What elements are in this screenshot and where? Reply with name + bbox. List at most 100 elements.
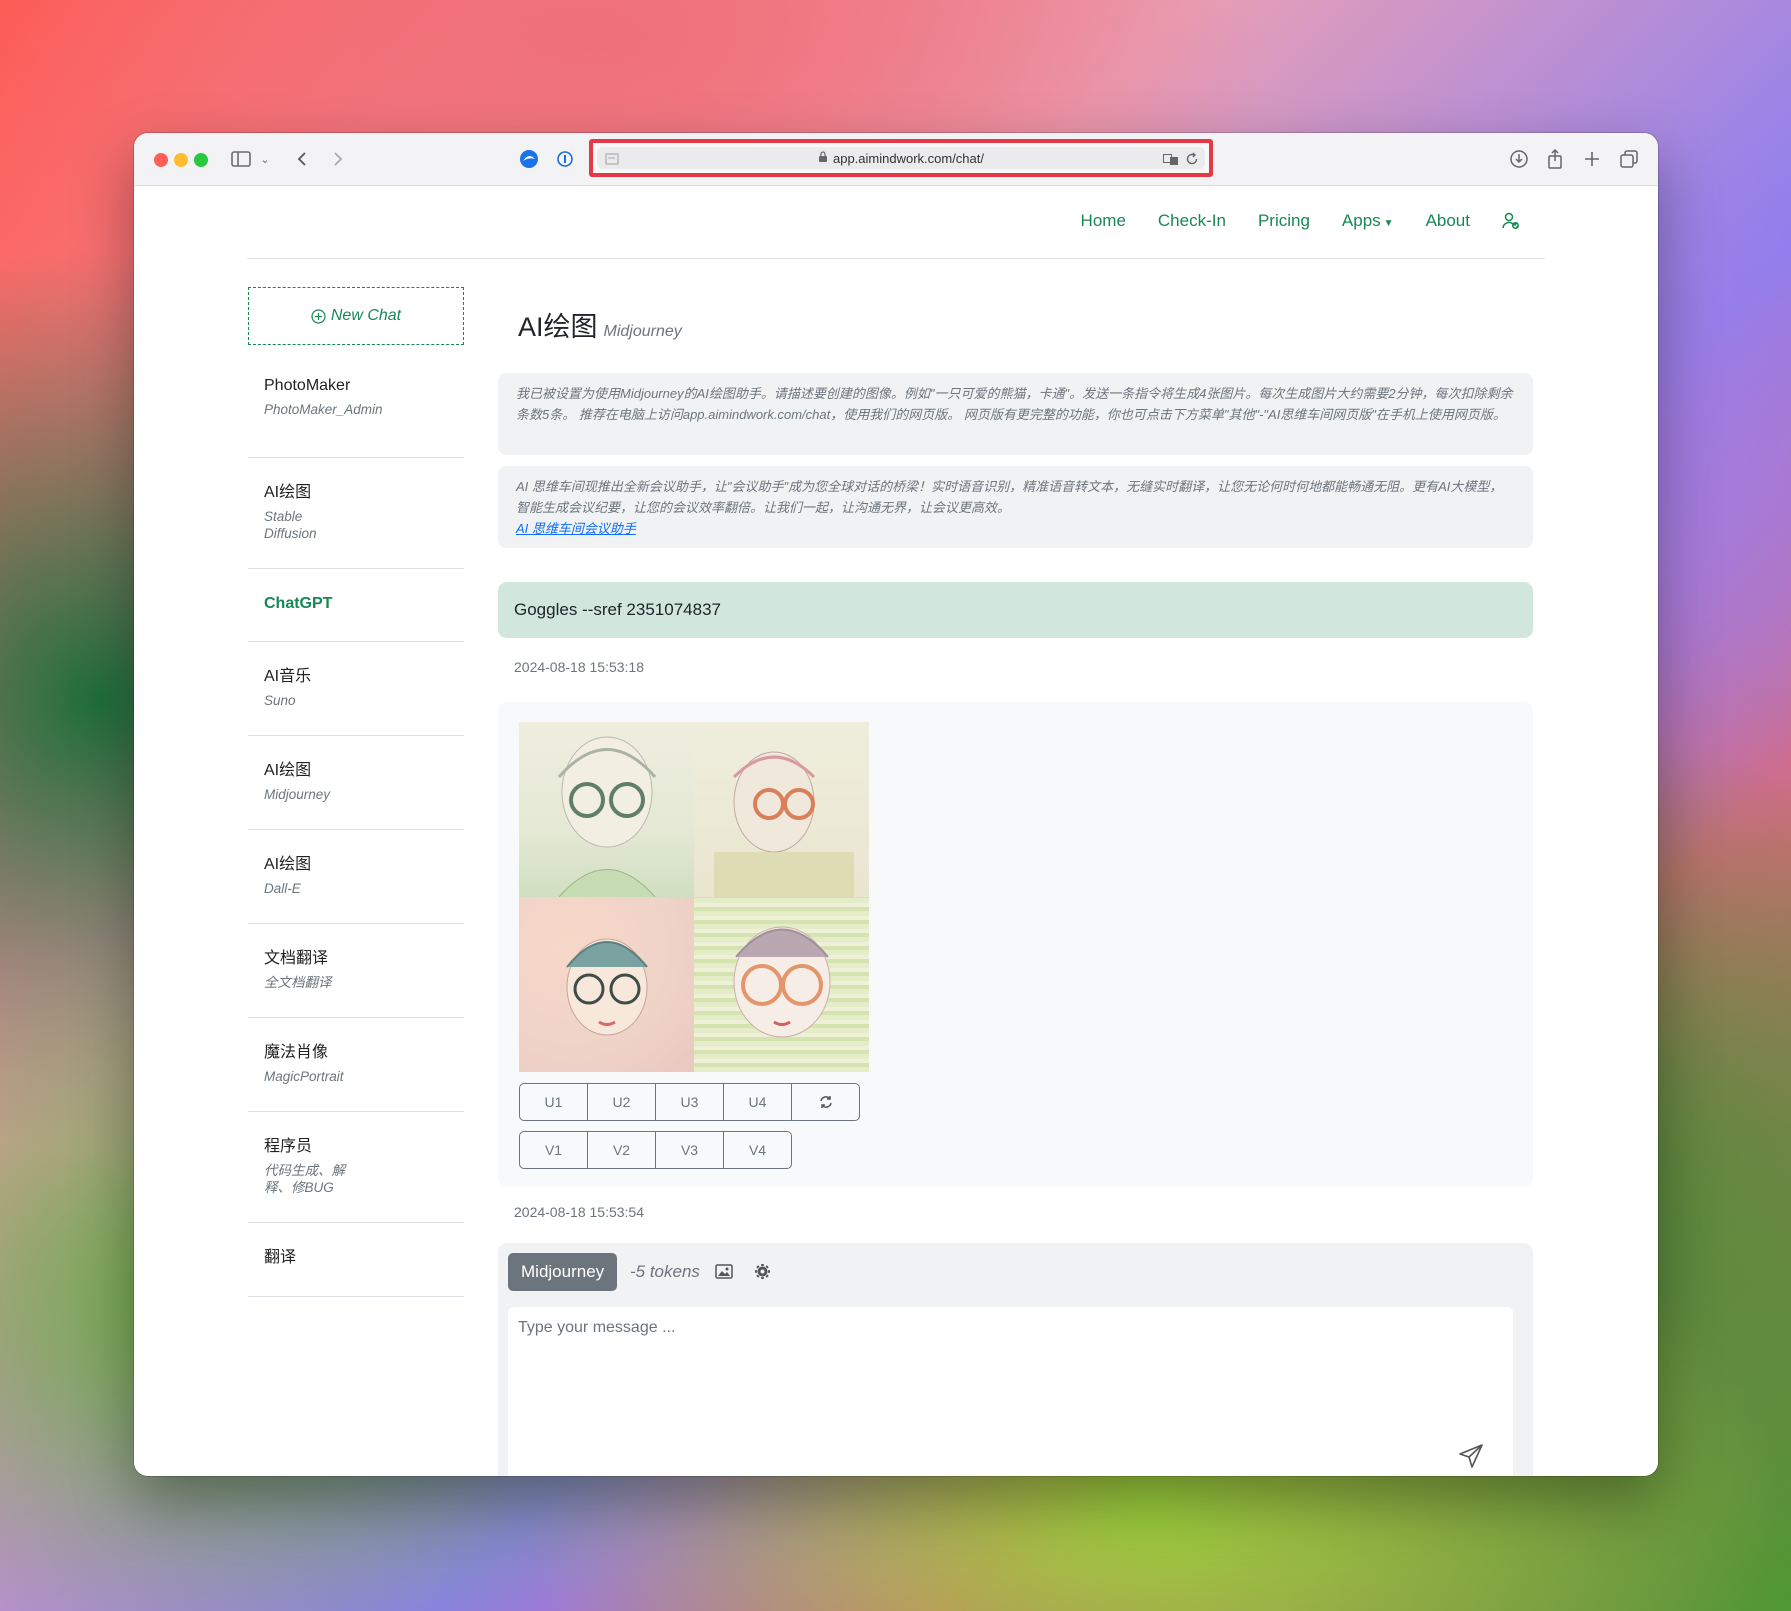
model-select-button[interactable]: Midjourney	[508, 1253, 618, 1291]
forward-button[interactable]	[330, 147, 346, 171]
browser-window: ⌄ app.aimindwork.com/chat/ Home Check-In…	[134, 133, 1658, 1476]
page-title-text: AI绘图	[518, 312, 598, 342]
sidebar-item-title: 文档翻译	[264, 950, 329, 967]
extension-icon[interactable]	[518, 147, 540, 171]
sidebar-toggle-icon[interactable]	[230, 147, 252, 171]
reload-icon[interactable]	[1185, 152, 1199, 169]
system-notice-text: 我已被设置为使用Midjourney的AI绘图助手。请描述要创建的图像。例如"一…	[516, 386, 1513, 422]
sidebar-item-midjourney[interactable]: AI绘图 Midjourney	[248, 736, 464, 830]
top-nav: Home Check-In Pricing Apps ▼ About	[1049, 211, 1520, 231]
sidebar-item-translate[interactable]: 翻译	[248, 1223, 464, 1297]
sidebar-item-subtitle: PhotoMaker_Admin	[264, 402, 383, 417]
password-extension-icon[interactable]	[555, 147, 575, 171]
nav-about[interactable]: About	[1426, 211, 1470, 231]
sidebar-item-title: 程序员	[264, 1138, 313, 1155]
generated-image-1	[519, 722, 694, 897]
chevron-down-icon[interactable]: ⌄	[258, 147, 272, 171]
sidebar-item-subtitle: Dall-E	[264, 881, 301, 896]
share-icon[interactable]	[1544, 147, 1566, 171]
new-chat-label: New Chat	[330, 307, 402, 324]
nav-check-in[interactable]: Check-In	[1158, 211, 1226, 231]
upscale-button-group: U1 U2 U3 U4	[519, 1083, 860, 1121]
sidebar-item-title: 翻译	[264, 1249, 297, 1266]
user-message: Goggles --sref 2351074837	[498, 582, 1533, 638]
sidebar-item-title: 魔法肖像	[264, 1044, 329, 1061]
plus-circle-icon	[311, 308, 326, 324]
message-input-placeholder: Type your message ...	[518, 1319, 676, 1336]
sidebar-item-title: AI绘图	[264, 484, 312, 501]
response-timestamp: 2024-08-18 15:53:54	[514, 1204, 644, 1220]
new-chat-button[interactable]: New Chat	[248, 287, 464, 345]
back-button[interactable]	[294, 147, 310, 171]
v4-button[interactable]: V4	[723, 1131, 792, 1169]
sidebar-item-doc-translate[interactable]: 文档翻译 全文档翻译	[248, 924, 464, 1018]
message-composer: Midjourney -5 tokens Type your message .…	[498, 1243, 1533, 1476]
meeting-notice-text: AI 思维车间现推出全新会议助手，让"会议助手"成为您全球对话的桥梁！实时语音识…	[516, 479, 1503, 515]
reroll-button[interactable]	[791, 1083, 860, 1121]
sidebar-item-subtitle: Suno	[264, 693, 296, 708]
gear-icon[interactable]	[754, 1263, 771, 1285]
user-account-icon[interactable]	[1502, 212, 1520, 230]
sidebar: New Chat PhotoMaker PhotoMaker_Admin AI绘…	[248, 287, 464, 1297]
user-message-text: Goggles --sref 2351074837	[514, 600, 721, 619]
sidebar-item-subtitle: 代码生成、解释、修BUG	[264, 1163, 345, 1195]
u1-button[interactable]: U1	[519, 1083, 588, 1121]
address-bar[interactable]: app.aimindwork.com/chat/	[597, 147, 1205, 169]
u2-button[interactable]: U2	[587, 1083, 656, 1121]
sidebar-item-stable-diffusion[interactable]: AI绘图 Stable Diffusion	[248, 458, 464, 569]
token-cost: -5 tokens	[630, 1262, 700, 1281]
refresh-icon	[819, 1095, 833, 1109]
page-subtitle: Midjourney	[603, 323, 682, 340]
caret-down-icon: ▼	[1383, 218, 1394, 229]
new-tab-icon[interactable]	[1581, 147, 1603, 171]
sidebar-item-magic-portrait[interactable]: 魔法肖像 MagicPortrait	[248, 1018, 464, 1112]
sidebar-item-title: PhotoMaker	[264, 377, 351, 394]
sidebar-item-title: AI绘图	[264, 762, 312, 779]
send-icon[interactable]	[1458, 1443, 1484, 1474]
nav-home[interactable]: Home	[1081, 211, 1126, 231]
translate-icon[interactable]	[1163, 154, 1179, 169]
meeting-assistant-link[interactable]: AI 思维车间会议助手	[516, 521, 636, 536]
assistant-response: U1 U2 U3 U4 V1 V2 V3 V4	[498, 702, 1533, 1187]
generated-image-4	[694, 897, 869, 1072]
meeting-notice: AI 思维车间现推出全新会议助手，让"会议助手"成为您全球对话的桥梁！实时语音识…	[498, 466, 1533, 548]
page-icon	[605, 153, 619, 170]
system-notice: 我已被设置为使用Midjourney的AI绘图助手。请描述要创建的图像。例如"一…	[498, 373, 1533, 455]
sidebar-item-suno[interactable]: AI音乐 Suno	[248, 642, 464, 736]
message-input[interactable]: Type your message ...	[508, 1307, 1513, 1476]
sidebar-item-title: AI绘图	[264, 856, 312, 873]
sidebar-item-dall-e[interactable]: AI绘图 Dall-E	[248, 830, 464, 924]
tab-overview-icon[interactable]	[1618, 147, 1640, 171]
generated-image-3	[519, 897, 694, 1072]
generated-image-2	[694, 722, 869, 897]
sidebar-item-chatgpt[interactable]: ChatGPT	[248, 569, 464, 642]
sidebar-item-subtitle: MagicPortrait	[264, 1069, 344, 1084]
download-icon[interactable]	[1508, 147, 1530, 171]
nav-pricing[interactable]: Pricing	[1258, 211, 1310, 231]
sidebar-item-title: ChatGPT	[264, 595, 333, 612]
address-bar-highlight[interactable]: app.aimindwork.com/chat/	[589, 139, 1213, 177]
sidebar-item-programmer[interactable]: 程序员 代码生成、解释、修BUG	[248, 1112, 464, 1223]
page-title: AI绘图 Midjourney	[518, 305, 682, 344]
nav-divider	[247, 258, 1545, 259]
minimize-window-button[interactable]	[174, 153, 188, 167]
sidebar-item-title: AI音乐	[264, 668, 312, 685]
u4-button[interactable]: U4	[723, 1083, 792, 1121]
nav-apps[interactable]: Apps ▼	[1342, 211, 1394, 231]
v3-button[interactable]: V3	[655, 1131, 724, 1169]
v2-button[interactable]: V2	[587, 1131, 656, 1169]
sidebar-item-subtitle: 全文档翻译	[264, 975, 332, 990]
lock-icon	[818, 150, 828, 166]
close-window-button[interactable]	[154, 153, 168, 167]
page-content: Home Check-In Pricing Apps ▼ About New Ch…	[134, 187, 1658, 1476]
zoom-window-button[interactable]	[194, 153, 208, 167]
sidebar-item-photomaker[interactable]: PhotoMaker PhotoMaker_Admin	[248, 361, 464, 458]
v1-button[interactable]: V1	[519, 1131, 588, 1169]
image-upload-icon[interactable]	[715, 1264, 733, 1284]
variation-button-group: V1 V2 V3 V4	[519, 1131, 792, 1169]
sidebar-item-subtitle: Midjourney	[264, 787, 331, 802]
u3-button[interactable]: U3	[655, 1083, 724, 1121]
nav-apps-label: Apps	[1341, 211, 1381, 230]
generated-image-grid[interactable]	[519, 722, 869, 1072]
user-message-timestamp: 2024-08-18 15:53:18	[514, 659, 644, 675]
